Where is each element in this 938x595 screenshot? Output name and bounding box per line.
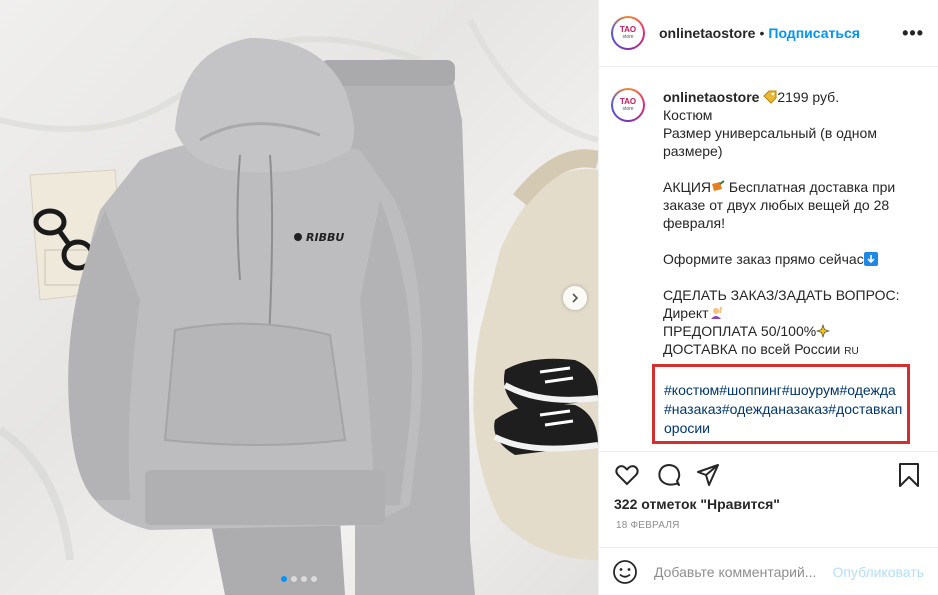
caption-direct: Директ [663, 305, 709, 321]
comment-input[interactable] [652, 562, 822, 581]
caption: TAO store onlinetaostore 2199 руб. Костю… [611, 88, 927, 361]
caption-ru-flag: RU [844, 346, 859, 357]
carousel-dot [291, 576, 297, 582]
avatar-subtext: store [622, 106, 634, 112]
carousel-next-button[interactable] [563, 286, 587, 310]
post-date[interactable]: 18 ФЕВРАЛЯ [616, 520, 680, 531]
caption-username[interactable]: onlinetaostore [663, 89, 759, 105]
carousel-dot [311, 576, 317, 582]
carousel-dot [281, 576, 287, 582]
caption-promo-label: АКЦИЯ [663, 179, 712, 195]
more-options-button[interactable]: ••• [902, 23, 924, 44]
sparkles-icon [816, 324, 831, 338]
photo-scene: RIBBU [0, 18, 598, 595]
heart-icon[interactable] [614, 462, 640, 488]
post-photo[interactable]: RIBBU [0, 0, 598, 595]
caption-delivery: ДОСТАВКА по всей России [663, 341, 845, 357]
avatar-subtext: store [622, 34, 634, 40]
follow-button[interactable]: Подписаться [768, 25, 860, 41]
likes-count[interactable]: 322 отметок "Нравится" [614, 496, 780, 512]
hashtags-line[interactable]: оросии [664, 419, 914, 438]
price-tag-icon [763, 90, 777, 104]
chevron-right-icon [572, 293, 579, 303]
share-icon[interactable] [695, 462, 721, 488]
hashtags-line[interactable]: #назаказ#одежданазаказ#доставкап [664, 400, 914, 419]
hashtags: #костюм#шоппинг#шоурум#одежда #назаказ#о… [664, 381, 914, 438]
caption-size: Размер универсальный (в одном размере) [663, 125, 877, 159]
carousel-indicator [0, 576, 598, 582]
hoodie-logo-text: RIBBU [306, 231, 344, 244]
publish-button[interactable]: Опубликовать [832, 564, 924, 580]
header-username[interactable]: onlinetaostore [659, 25, 755, 41]
caption-order-now: Оформите заказ прямо сейчас [663, 251, 864, 267]
post-header: TAO store onlinetaostore • Подписаться •… [599, 0, 938, 67]
caption-price: 2199 руб. [777, 89, 840, 105]
truck-icon [712, 180, 725, 191]
bookmark-icon[interactable] [896, 462, 922, 488]
carousel-dot [301, 576, 307, 582]
caption-text: onlinetaostore 2199 руб. Костюм Размер у… [663, 88, 919, 361]
tote-bag-prop [473, 149, 598, 560]
caption-product: Костюм [663, 107, 713, 123]
hashtags-line[interactable]: #костюм#шоппинг#шоурум#одежда [664, 381, 914, 400]
caption-avatar[interactable]: TAO store [611, 88, 645, 122]
emoji-smile-icon[interactable] [612, 559, 638, 585]
comment-bar: Опубликовать [598, 547, 938, 595]
action-bar: 322 отметок "Нравится" [598, 451, 938, 522]
caption-prepayment: ПРЕДОПЛАТА 50/100% [663, 323, 817, 339]
avatar-text: TAO [619, 97, 637, 106]
person-raising-hand-icon [710, 306, 722, 319]
comment-icon[interactable] [656, 462, 682, 488]
caption-order-question: СДЕЛАТЬ ЗАКАЗ/ЗАДАТЬ ВОПРОС: [663, 287, 900, 303]
avatar-text: TAO [619, 25, 637, 34]
avatar[interactable]: TAO store [611, 16, 645, 50]
arrow-down-icon [863, 252, 878, 266]
header-separator: • [759, 25, 765, 41]
